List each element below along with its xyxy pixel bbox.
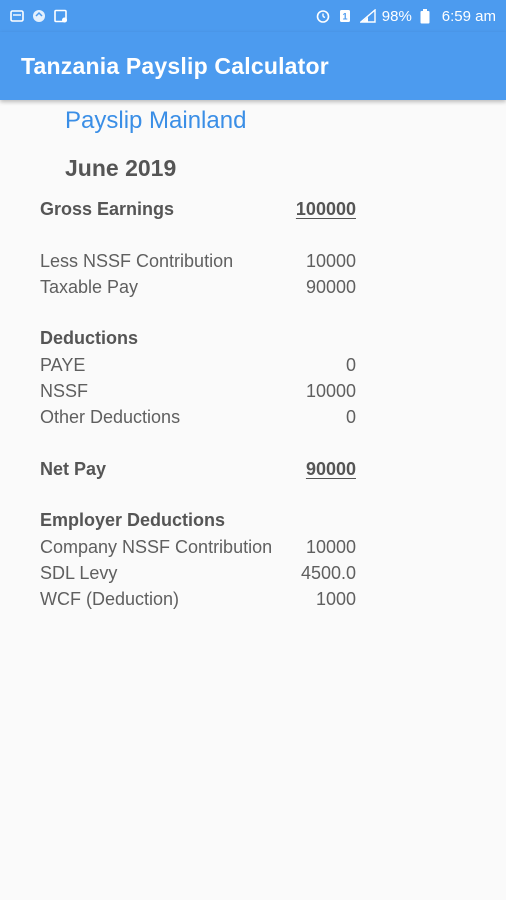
deductions-heading: Deductions (40, 328, 139, 348)
gross-earnings-value: 100000 (295, 198, 356, 219)
company-nssf-row: Company NSSF Contribution 10000 (40, 535, 356, 559)
image-icon (54, 9, 68, 23)
sdl-levy-label: SDL Levy (40, 562, 118, 583)
gross-earnings-label: Gross Earnings (40, 198, 175, 219)
section-title: Payslip Mainland (65, 107, 247, 134)
net-pay-value: 90000 (305, 458, 356, 479)
status-bar: 1 98% 6:59 am (0, 0, 506, 32)
paye-row: PAYE 0 (40, 353, 356, 377)
gross-earnings-row: Gross Earnings 100000 (40, 197, 356, 221)
taxable-pay-value: 90000 (305, 276, 356, 297)
message-icon (10, 9, 24, 23)
battery-percent: 98% (381, 7, 412, 25)
taxable-pay-label: Taxable Pay (40, 276, 139, 297)
sim-icon: 1 (338, 9, 352, 23)
app-title: Tanzania Payslip Calculator (21, 52, 329, 79)
status-notifications (10, 9, 68, 23)
signal-icon (358, 8, 376, 23)
wcf-value: 1000 (315, 588, 356, 609)
paye-label: PAYE (40, 354, 86, 375)
nssf-label: NSSF (40, 380, 89, 401)
less-nssf-value: 10000 (305, 250, 356, 271)
nssf-row: NSSF 10000 (40, 379, 356, 403)
less-nssf-label: Less NSSF Contribution (40, 250, 234, 271)
app-bar: Tanzania Payslip Calculator (0, 32, 506, 100)
nssf-value: 10000 (305, 380, 356, 401)
other-deductions-label: Other Deductions (40, 406, 181, 427)
battery-icon (420, 9, 434, 24)
taxable-pay-row: Taxable Pay 90000 (40, 275, 356, 299)
status-system: 1 98% 6:59 am (316, 8, 496, 25)
other-deductions-value: 0 (345, 406, 356, 427)
paye-value: 0 (345, 354, 356, 375)
sync-icon (32, 9, 46, 23)
svg-text:1: 1 (342, 12, 347, 22)
net-pay-row: Net Pay 90000 (40, 457, 356, 481)
company-nssf-label: Company NSSF Contribution (40, 536, 273, 557)
sdl-levy-row: SDL Levy 4500.0 (40, 561, 356, 585)
employer-deductions-heading: Employer Deductions (40, 510, 226, 530)
net-pay-label: Net Pay (40, 458, 107, 479)
wcf-label: WCF (Deduction) (40, 588, 180, 609)
other-deductions-row: Other Deductions 0 (40, 405, 356, 429)
company-nssf-value: 10000 (305, 536, 356, 557)
clock: 6:59 am (441, 7, 496, 25)
sdl-levy-value: 4500.0 (300, 562, 356, 583)
alarm-icon (316, 9, 330, 23)
payslip-period: June 2019 (65, 155, 177, 181)
wcf-row: WCF (Deduction) 1000 (40, 587, 356, 611)
less-nssf-row: Less NSSF Contribution 10000 (40, 249, 356, 273)
